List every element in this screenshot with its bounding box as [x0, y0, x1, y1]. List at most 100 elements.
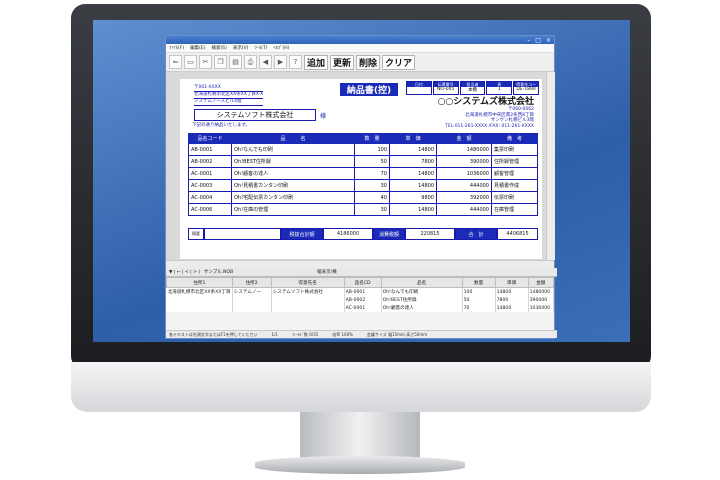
address-line1[interactable]: 北海道札幌市北区XX条XX丁目X-X [194, 92, 264, 99]
grid-cell[interactable]: AC-0001 [344, 304, 382, 312]
grid-cell[interactable]: Oh!なんでも印刷 [381, 287, 463, 296]
grid-col[interactable]: 住所1 [166, 277, 233, 288]
memo-field[interactable] [204, 228, 281, 240]
grid-cell[interactable]: AB-0001 [344, 287, 382, 296]
item-name-cell[interactable]: Oh!顧客の達人 [231, 167, 355, 180]
grid-col[interactable]: 品名 [380, 277, 463, 288]
menu-view[interactable]: 表示(V) [233, 45, 249, 51]
item-name-cell[interactable]: Oh!在庫の管理 [231, 203, 355, 216]
item-qty-cell[interactable]: 100 [354, 143, 390, 156]
item-code-cell[interactable]: AC-0003 [188, 179, 232, 192]
grid-cell[interactable]: Oh!顧客の達人 [381, 304, 463, 312]
item-amount-cell[interactable]: 392000 [436, 191, 492, 204]
item-amount-cell[interactable]: 390000 [436, 155, 492, 168]
grid-col[interactable]: 数量 [461, 277, 496, 288]
grid-cell[interactable]: 70 [462, 304, 496, 312]
item-note-cell[interactable]: 在庫管理 [491, 203, 538, 216]
info-value[interactable]: 1 [487, 87, 511, 92]
clear-button[interactable]: クリア [382, 54, 416, 70]
add-button[interactable]: 追加 [304, 54, 329, 70]
item-qty-cell[interactable]: 70 [354, 167, 390, 180]
item-note-cell[interactable]: 見積書作成 [491, 179, 538, 192]
item-name-cell[interactable]: Oh!宅配伝票カンタン印刷 [231, 191, 355, 204]
back-icon[interactable]: ⇐ [169, 55, 182, 69]
help-icon[interactable]: ? [289, 55, 302, 69]
delete-button[interactable]: 削除 [356, 54, 381, 70]
item-note-cell[interactable]: 住所録管理 [491, 155, 538, 168]
grid-cell[interactable]: Oh!BEST住所録 [381, 296, 463, 304]
maximize-button[interactable]: □ [535, 37, 541, 44]
item-price-cell[interactable]: 7800 [389, 155, 437, 168]
item-qty-cell[interactable]: 30 [354, 179, 390, 192]
item-price-cell[interactable]: 9800 [389, 191, 437, 204]
item-code-cell[interactable]: AB-0002 [188, 155, 232, 168]
grid-cell[interactable]: 北海道札幌市北区XX条XX丁目 [166, 287, 233, 296]
item-code-cell[interactable]: AC-0006 [188, 203, 232, 216]
copy-icon[interactable]: ❐ [214, 55, 227, 69]
menu-tools[interactable]: ﾂｰﾙ(T) [254, 45, 267, 51]
item-name-cell[interactable]: Oh!なんでも印刷 [231, 143, 355, 156]
grid-cell[interactable] [271, 304, 345, 312]
item-name-cell[interactable]: Oh!BEST住所録 [231, 155, 355, 168]
customer-name-field[interactable]: システムソフト株式会社 [194, 109, 316, 121]
close-button[interactable]: × [546, 37, 551, 44]
item-amount-cell[interactable]: 1480000 [436, 143, 492, 156]
postal-code[interactable]: 〒001-XXXX [194, 85, 264, 92]
grid-col[interactable]: 得意先名 [270, 277, 345, 288]
grid-row[interactable]: 北海道札幌市北区XX条XX丁目 システムノー システムソフト株式会社 AB-0001 O… [166, 287, 555, 296]
prev-icon[interactable]: ◀ [259, 55, 272, 69]
grid-cell[interactable]: 7800 [495, 296, 529, 304]
view-toggle[interactable]: 縦表示/横 [317, 269, 337, 275]
menu-search[interactable]: 検索(S) [211, 45, 226, 51]
grid-row[interactable]: AB-0002 Oh!BEST住所録 50 7800 390000 [166, 296, 555, 304]
next-icon[interactable]: ▶ [274, 55, 287, 69]
grid-col[interactable]: 金額 [527, 277, 555, 288]
item-note-cell[interactable]: 伝票印刷 [491, 191, 538, 204]
info-value[interactable]: 本橋 [461, 87, 485, 93]
item-code-cell[interactable]: AB-0001 [188, 143, 232, 156]
vertical-scrollbar[interactable] [546, 72, 555, 260]
grid-cell[interactable]: 1036000 [528, 304, 555, 312]
grid-cell[interactable] [232, 304, 272, 312]
info-value[interactable]: DE-1890 [514, 87, 538, 92]
item-price-cell[interactable]: 14800 [389, 143, 437, 156]
minimize-button[interactable]: – [527, 37, 530, 44]
grid-col[interactable]: 住所2 [231, 277, 272, 288]
menu-edit[interactable]: 編集(E) [190, 45, 205, 51]
grid-cell[interactable]: 390000 [528, 296, 555, 304]
item-qty-cell[interactable]: 50 [354, 155, 390, 168]
item-code-cell[interactable]: AC-0004 [188, 191, 232, 204]
item-qty-cell[interactable]: 30 [354, 203, 390, 216]
update-button[interactable]: 更新 [330, 54, 355, 70]
grid-cell[interactable]: 1480000 [528, 287, 555, 296]
grid-cell[interactable]: AB-0002 [344, 296, 382, 304]
item-note-cell[interactable]: 集票印刷 [491, 143, 538, 156]
menu-file[interactable]: ﾌｧｲﾙ(F) [169, 45, 184, 51]
item-amount-cell[interactable]: 444000 [436, 179, 492, 192]
item-name-cell[interactable]: Oh!見積書カンタン印刷 [231, 179, 355, 192]
grid-cell[interactable] [166, 304, 233, 312]
grid-cell[interactable]: 14800 [495, 287, 529, 296]
cut-icon[interactable]: ✂ [199, 55, 212, 69]
item-amount-cell[interactable]: 444000 [436, 203, 492, 216]
grid-row[interactable]: AC-0001 Oh!顧客の達人 70 14800 1036000 [166, 304, 555, 312]
grid-cell[interactable]: 100 [462, 287, 496, 296]
print-icon[interactable]: ⎙ [244, 55, 257, 69]
item-code-cell[interactable]: AC-0001 [188, 167, 232, 180]
menu-help[interactable]: ﾍﾙﾌﾟ(H) [273, 45, 289, 51]
record-nav-buttons[interactable]: ▼ | ← | < | > | [169, 270, 200, 275]
item-price-cell[interactable]: 14800 [389, 179, 437, 192]
grid-cell[interactable]: 14800 [495, 304, 529, 312]
item-price-cell[interactable]: 14800 [389, 203, 437, 216]
grid-col[interactable]: 単価 [494, 277, 529, 288]
paste-icon[interactable]: ▤ [229, 55, 242, 69]
grid-cell[interactable] [271, 296, 345, 304]
open-folder-icon[interactable]: ▭ [184, 55, 197, 69]
horizontal-scrollbar[interactable] [166, 260, 554, 268]
grid-col[interactable]: 品名CD [343, 277, 382, 288]
grid-cell[interactable] [166, 296, 233, 304]
grid-cell[interactable]: 50 [462, 296, 496, 304]
item-qty-cell[interactable]: 40 [354, 191, 390, 204]
address-line2[interactable]: システムノースビル4階 [194, 99, 264, 106]
grid-cell[interactable]: システムノー [232, 287, 272, 296]
